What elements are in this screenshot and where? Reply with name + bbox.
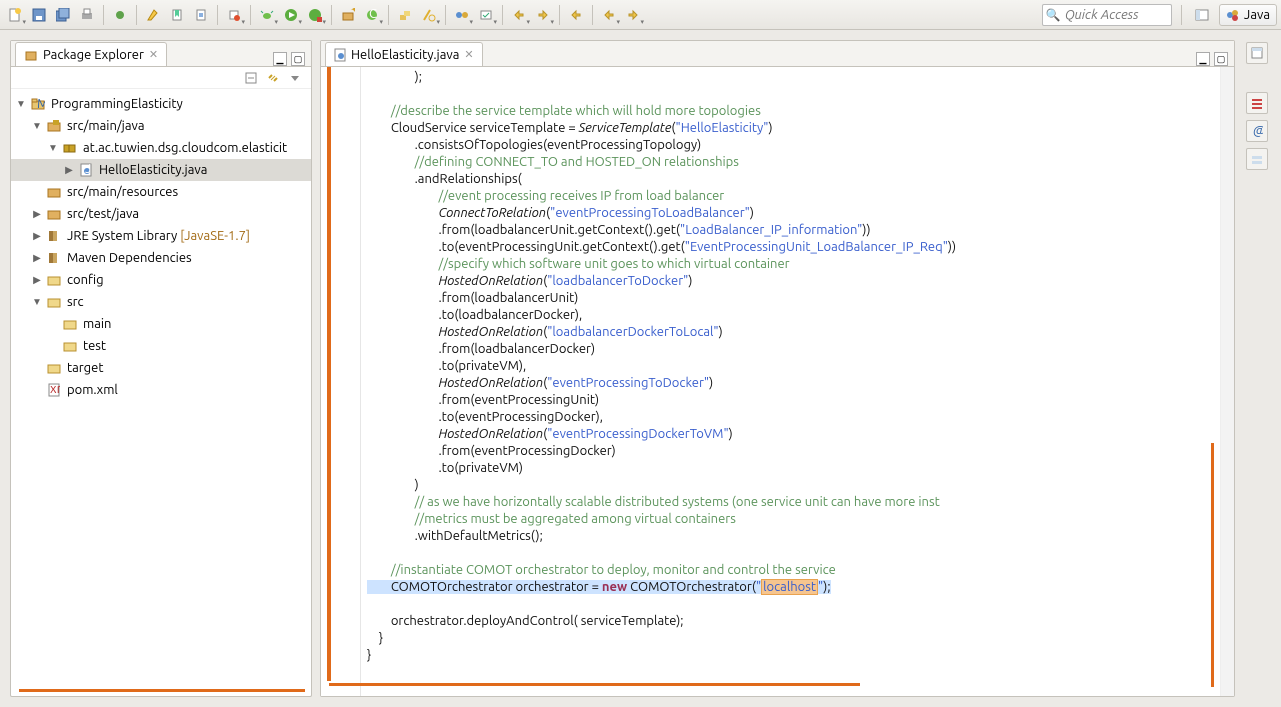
open-type-button[interactable]: [394, 4, 416, 26]
close-icon[interactable]: ✕: [149, 48, 158, 61]
task-button[interactable]: ▾: [475, 4, 497, 26]
new-class-button[interactable]: C▾: [361, 4, 383, 26]
editor-diff-bar: [329, 683, 1214, 686]
config-node[interactable]: ▶config: [11, 269, 311, 291]
package-explorer-icon: [24, 48, 38, 62]
restore-view-button[interactable]: [1246, 42, 1268, 64]
maximize-button[interactable]: ▢: [1214, 52, 1228, 66]
workspace: Package Explorer ✕ ▁ ▢ ▼MProgrammingElas…: [0, 30, 1281, 707]
highlight-button[interactable]: [142, 4, 164, 26]
editor-tabbar: HelloElasticity.java ✕ ▁ ▢: [321, 41, 1234, 67]
forward-button[interactable]: ▾: [622, 4, 644, 26]
code-area[interactable]: ); //describe the service template which…: [361, 67, 1220, 696]
search-button[interactable]: ▾: [418, 4, 440, 26]
svg-text:M: M: [37, 97, 45, 111]
save-all-button[interactable]: [52, 4, 74, 26]
svg-text:@: @: [1253, 125, 1263, 137]
task-list-view-button[interactable]: [1246, 92, 1268, 114]
close-icon[interactable]: ✕: [464, 48, 473, 61]
run-button[interactable]: ▾: [280, 4, 302, 26]
new-package-button[interactable]: ✦: [337, 4, 359, 26]
editor-panel: HelloElasticity.java ✕ ▁ ▢ ); //describe…: [320, 40, 1235, 697]
view-menu-button[interactable]: [287, 70, 303, 86]
new-button[interactable]: ▾: [4, 4, 26, 26]
test-folder-node[interactable]: ▶test: [11, 335, 311, 357]
editor-body[interactable]: ); //describe the service template which…: [321, 67, 1234, 696]
main-folder-node[interactable]: ▶main: [11, 313, 311, 335]
explorer-tabbar: Package Explorer ✕ ▁ ▢: [11, 41, 311, 67]
target-node[interactable]: ▶target: [11, 357, 311, 379]
sync-button[interactable]: ▾: [451, 4, 473, 26]
java-perspective-button[interactable]: Java: [1219, 4, 1277, 26]
prev-edit-button[interactable]: [565, 4, 587, 26]
search-icon: 🔍: [1046, 8, 1061, 22]
breakpoint-button[interactable]: [109, 4, 131, 26]
project-tree[interactable]: ▼MProgrammingElasticity ▼src/main/java ▼…: [11, 89, 311, 696]
perspective-label: Java: [1244, 8, 1270, 22]
open-perspective-button[interactable]: [1191, 4, 1213, 26]
build-button[interactable]: ▾: [223, 4, 245, 26]
nav-prev-annot-button[interactable]: ▾: [508, 4, 530, 26]
toggle-mark-button[interactable]: [190, 4, 212, 26]
src-node[interactable]: ▼src: [11, 291, 311, 313]
debug-button[interactable]: ▾: [256, 4, 278, 26]
variables-view-button[interactable]: [1246, 148, 1268, 170]
package-node[interactable]: ▼at.ac.tuwien.dsg.cloudcom.elasticit: [11, 137, 311, 159]
gutter[interactable]: [321, 67, 361, 696]
maximize-button[interactable]: ▢: [291, 52, 305, 66]
overview-ruler[interactable]: [1220, 67, 1234, 696]
jre-library-node[interactable]: ▶JRE System Library [JavaSE-1.7]: [11, 225, 311, 247]
src-main-java-node[interactable]: ▼src/main/java: [11, 115, 311, 137]
explorer-highlight-bar: [19, 689, 305, 692]
package-explorer-panel: Package Explorer ✕ ▁ ▢ ▼MProgrammingElas…: [10, 40, 312, 697]
package-explorer-tab[interactable]: Package Explorer ✕: [15, 42, 167, 66]
print-button[interactable]: [76, 4, 98, 26]
outline-view-button[interactable]: @: [1246, 120, 1268, 142]
nav-next-annot-button[interactable]: ▾: [532, 4, 554, 26]
java-icon: [1226, 8, 1240, 22]
main-toolbar: ▾ ▾ ▾ ▾ ▾ ✦ C▾ ▾ ▾ ▾ ▾ ▾ ▾ ▾ 🔍 Java: [0, 0, 1281, 30]
explorer-mini-toolbar: [11, 67, 311, 89]
back-button[interactable]: ▾: [598, 4, 620, 26]
editor-tab[interactable]: HelloElasticity.java ✕: [325, 42, 483, 66]
explorer-title: Package Explorer: [43, 48, 144, 62]
link-editor-button[interactable]: [265, 70, 281, 86]
editor-tab-label: HelloElasticity.java: [351, 48, 459, 62]
run-last-button[interactable]: ▾: [304, 4, 326, 26]
svg-text:J: J: [85, 163, 91, 176]
maven-deps-node[interactable]: ▶Maven Dependencies: [11, 247, 311, 269]
save-button[interactable]: [28, 4, 50, 26]
svg-text:✦: ✦: [350, 8, 355, 17]
src-main-resources-node[interactable]: ▶src/main/resources: [11, 181, 311, 203]
svg-text:xml: xml: [50, 383, 60, 396]
bookmark-button[interactable]: [166, 4, 188, 26]
pom-node[interactable]: ▶xmlpom.xml: [11, 379, 311, 401]
selected-text: localhost: [761, 579, 818, 595]
minimize-button[interactable]: ▁: [273, 52, 287, 66]
svg-text:C: C: [369, 8, 377, 21]
quick-access[interactable]: 🔍: [1042, 4, 1172, 26]
minimize-button[interactable]: ▁: [1196, 52, 1210, 66]
project-node[interactable]: ▼MProgrammingElasticity: [11, 93, 311, 115]
file-node-selected[interactable]: ▶JHelloElasticity.java: [11, 159, 311, 181]
java-file-icon: [334, 48, 346, 62]
quick-access-input[interactable]: [1042, 4, 1172, 26]
collapse-all-button[interactable]: [243, 70, 259, 86]
right-trim: @: [1243, 40, 1271, 697]
src-test-java-node[interactable]: ▶src/test/java: [11, 203, 311, 225]
